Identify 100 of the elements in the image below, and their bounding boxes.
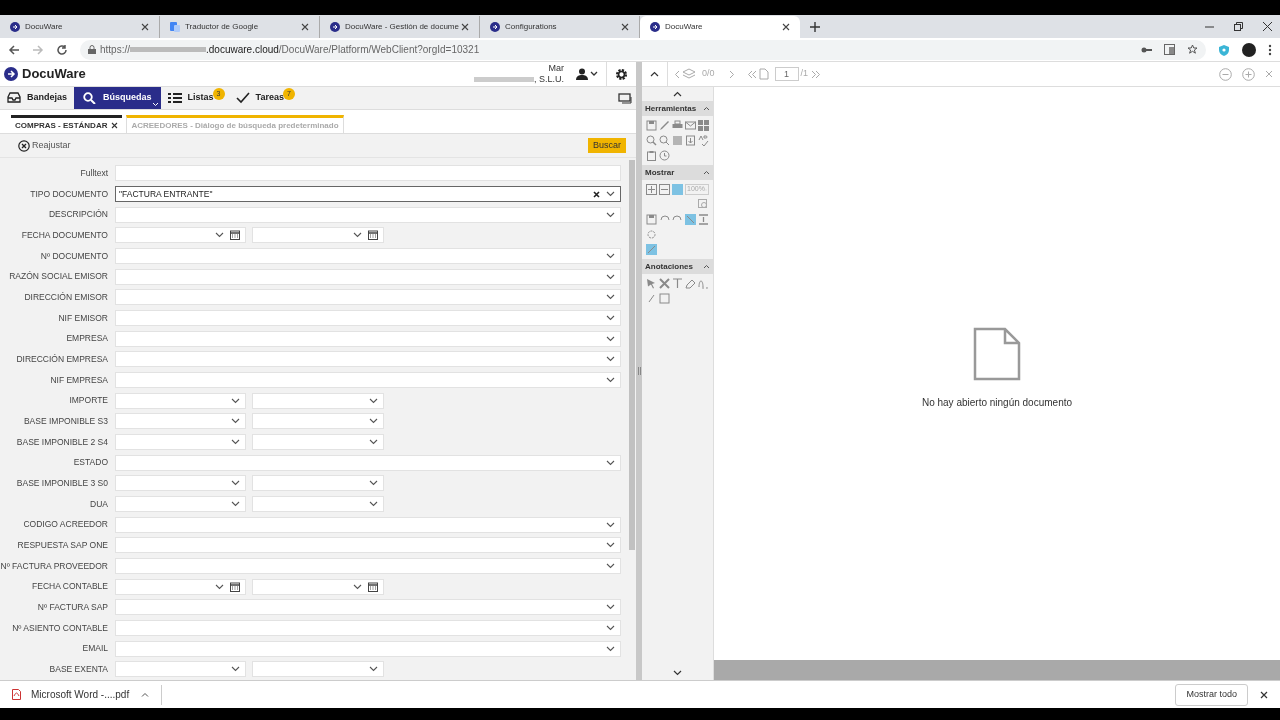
- input-field[interactable]: [115, 289, 621, 306]
- download-icon[interactable]: [685, 135, 696, 146]
- chevron-icon[interactable]: [606, 521, 615, 528]
- chevron-icon[interactable]: [606, 563, 615, 570]
- chevron-icon[interactable]: [606, 459, 615, 466]
- chevron-icon[interactable]: [606, 335, 615, 342]
- menu-icon[interactable]: [1268, 43, 1272, 56]
- align-icon[interactable]: [698, 214, 709, 225]
- input-field[interactable]: [115, 640, 621, 657]
- chevron-icon[interactable]: [215, 583, 224, 590]
- save-icon[interactable]: [646, 120, 657, 131]
- input-field[interactable]: [115, 620, 621, 637]
- input-field[interactable]: [115, 227, 246, 244]
- fit-page-icon[interactable]: [646, 184, 657, 195]
- collapse-icon[interactable]: [673, 91, 682, 97]
- printer-icon[interactable]: [672, 120, 683, 131]
- fit-width-icon[interactable]: [659, 184, 670, 195]
- nav-tab[interactable]: Bandejas: [0, 87, 75, 109]
- chevron-icon[interactable]: [606, 211, 615, 218]
- chevron-icon[interactable]: [606, 645, 615, 652]
- input-field[interactable]: [115, 165, 621, 182]
- key-icon[interactable]: [1141, 45, 1152, 54]
- input-field[interactable]: [252, 661, 384, 678]
- new-tab-icon[interactable]: [810, 22, 820, 32]
- chevron-icon[interactable]: [369, 439, 378, 446]
- chevron-icon[interactable]: [606, 315, 615, 322]
- input-field[interactable]: [115, 661, 246, 678]
- clipboard-icon[interactable]: [646, 150, 657, 161]
- ruler-active-icon[interactable]: [685, 214, 696, 225]
- input-field[interactable]: [115, 330, 621, 347]
- section-header[interactable]: Herramientas: [642, 101, 713, 116]
- zoom-icon[interactable]: [698, 199, 709, 210]
- input-field[interactable]: [115, 351, 621, 368]
- user-icon[interactable]: [576, 68, 598, 80]
- chevron-icon[interactable]: [215, 232, 224, 239]
- chevron-icon[interactable]: [369, 480, 378, 487]
- next-icon[interactable]: [728, 69, 735, 79]
- close-icon[interactable]: [621, 23, 629, 31]
- chevron-icon[interactable]: [606, 377, 615, 384]
- mail-icon[interactable]: [685, 120, 696, 131]
- translate-icon[interactable]: [1164, 44, 1175, 55]
- input-field[interactable]: [252, 496, 384, 513]
- chevron-icon[interactable]: [231, 666, 240, 673]
- input-field[interactable]: [115, 558, 621, 575]
- chevron-icon[interactable]: [369, 418, 378, 425]
- input-field[interactable]: [115, 310, 621, 327]
- close-icon[interactable]: [301, 23, 309, 31]
- spellcheck-icon[interactable]: [698, 135, 709, 146]
- input-field[interactable]: [252, 392, 384, 409]
- reload-icon[interactable]: [56, 43, 68, 56]
- input-field[interactable]: [115, 434, 246, 451]
- input-field[interactable]: [115, 372, 621, 389]
- line-active-icon[interactable]: [646, 244, 657, 255]
- page-number-field[interactable]: 1: [774, 67, 799, 81]
- line-icon[interactable]: [646, 293, 657, 304]
- input-field[interactable]: [115, 268, 621, 285]
- input-field[interactable]: [115, 475, 246, 492]
- show-all-button[interactable]: Mostrar todo: [1175, 683, 1248, 706]
- rectangle-icon[interactable]: [659, 293, 670, 304]
- reset-link[interactable]: Reajustar: [32, 138, 71, 153]
- pencil-icon[interactable]: [659, 120, 670, 131]
- input-field[interactable]: [115, 516, 621, 533]
- shield-icon[interactable]: [1218, 43, 1230, 56]
- chevron-icon[interactable]: [606, 542, 615, 549]
- calendar-icon[interactable]: [230, 581, 240, 592]
- nav-tab[interactable]: Búsquedas: [74, 87, 161, 109]
- profile-avatar[interactable]: [1242, 42, 1256, 57]
- clear-icon[interactable]: [593, 190, 600, 198]
- last-page-icon[interactable]: [811, 69, 822, 79]
- input-field[interactable]: [252, 434, 384, 451]
- input-field[interactable]: "FACTURA ENTRANTE": [115, 186, 621, 202]
- delete-icon[interactable]: [659, 278, 670, 289]
- freehand-icon[interactable]: [698, 278, 709, 289]
- pointer-icon[interactable]: [646, 278, 657, 289]
- chevron-icon[interactable]: [606, 191, 615, 197]
- window-icon[interactable]: [618, 92, 632, 104]
- input-field[interactable]: [115, 537, 621, 554]
- input-field[interactable]: [115, 578, 246, 595]
- address-bar[interactable]: https:// .docuware.cloud/DocuWare/Platform/WebClient?orgId=10321: [80, 39, 1206, 60]
- grid-icon[interactable]: [698, 120, 709, 131]
- close-icon[interactable]: [782, 23, 790, 31]
- previous-icon[interactable]: [674, 69, 680, 79]
- zoom-in-icon[interactable]: [1242, 67, 1255, 81]
- section-header[interactable]: Anotaciones: [642, 259, 713, 274]
- expand-icon[interactable]: [673, 670, 682, 676]
- close-icon[interactable]: [141, 23, 149, 31]
- input-field[interactable]: [252, 578, 384, 595]
- chevron-icon[interactable]: [231, 439, 240, 446]
- history-icon[interactable]: [659, 150, 670, 161]
- input-field[interactable]: [115, 206, 621, 223]
- chevron-icon[interactable]: [606, 356, 615, 363]
- caret-icon[interactable]: [141, 692, 150, 697]
- search-button[interactable]: Buscar: [588, 138, 626, 153]
- forward-icon[interactable]: [32, 43, 44, 56]
- text-icon[interactable]: [672, 278, 683, 289]
- back-icon[interactable]: [8, 43, 20, 56]
- chevron-icon[interactable]: [606, 294, 615, 301]
- close-icon[interactable]: [1260, 690, 1268, 699]
- input-field[interactable]: [252, 227, 384, 244]
- star-icon[interactable]: [1187, 44, 1198, 55]
